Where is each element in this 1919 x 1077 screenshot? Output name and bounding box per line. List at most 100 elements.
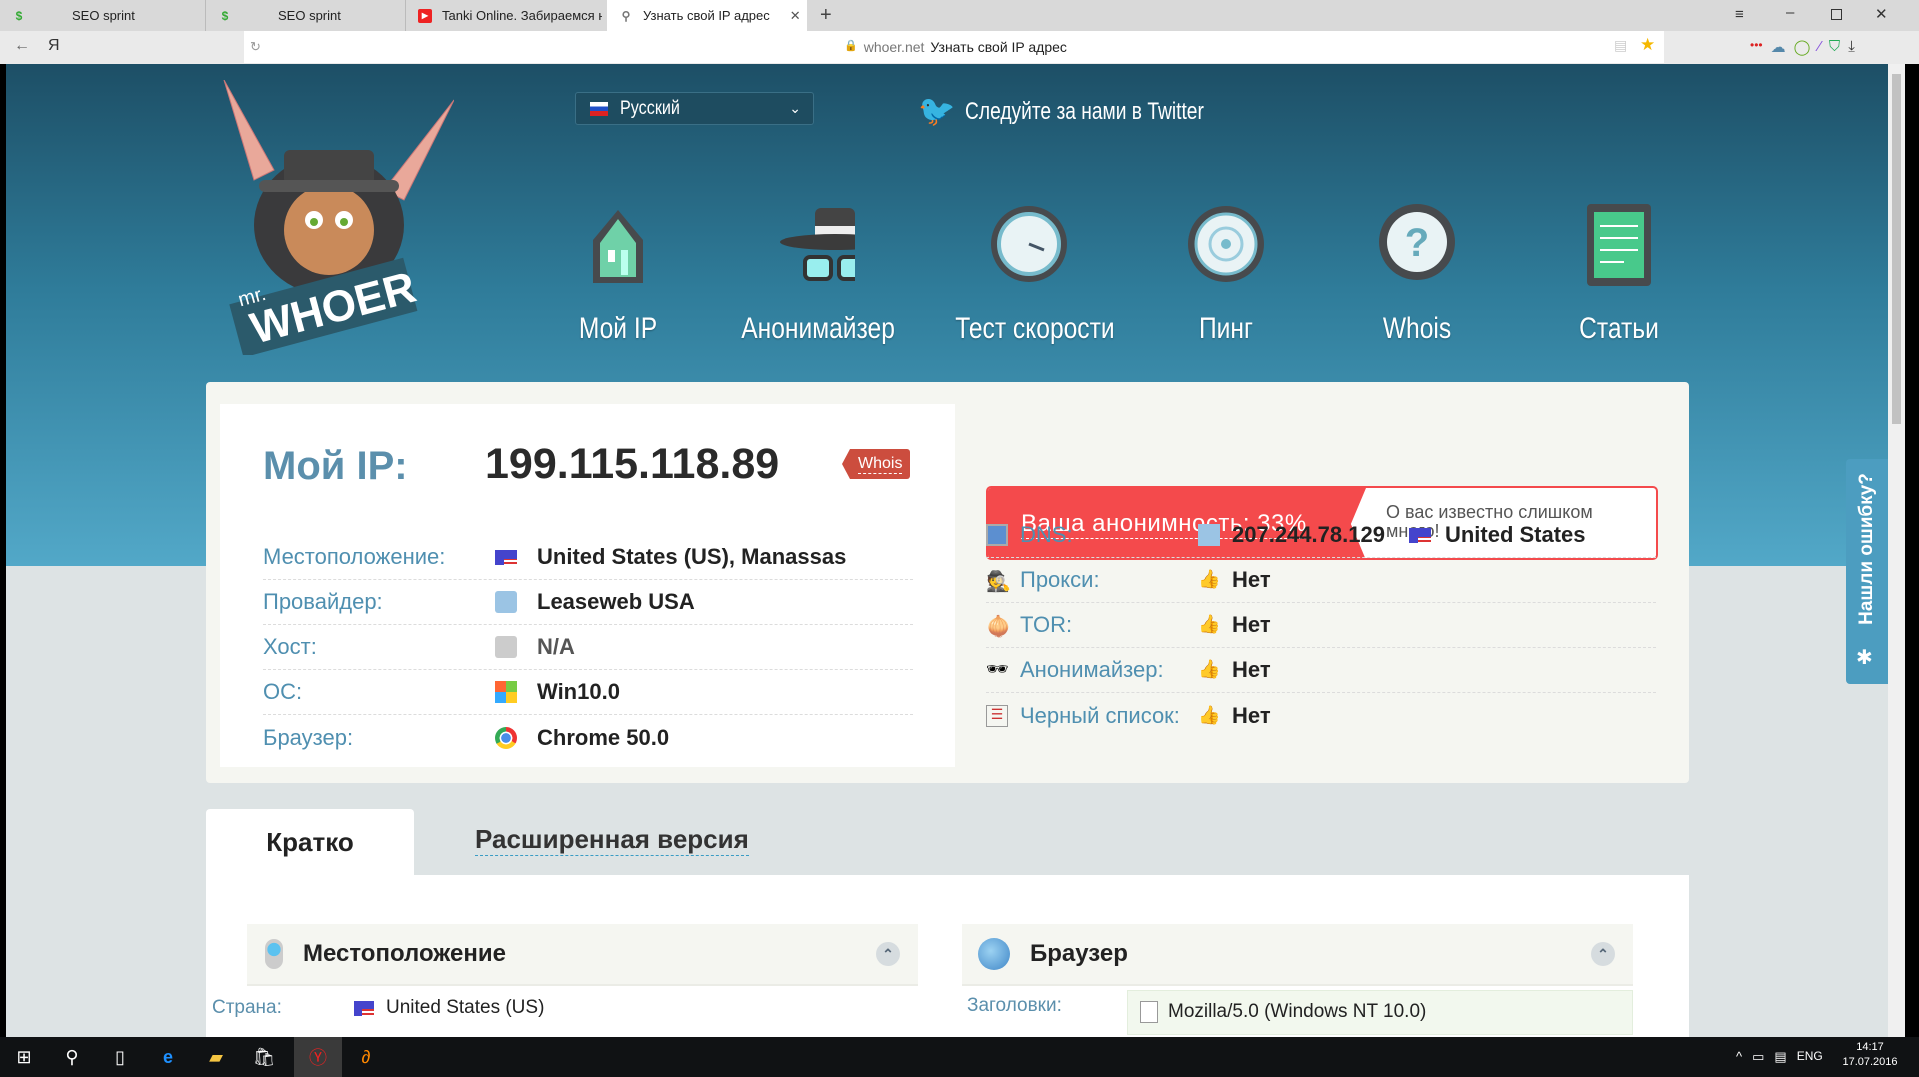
nav-speed-test[interactable]: Тест скорости [939,202,1119,346]
nav-whois[interactable]: ? Whois [1327,202,1507,346]
blacklist-row: ☰ Черный список: 👍 Нет [986,693,1656,738]
provider-row: Провайдер: Leaseweb USA [263,580,913,625]
os-row: ОС: Win10.0 [263,670,913,715]
browser-tab[interactable]: $ SEO sprint [205,0,405,31]
browser-tab-bar: $ SEO sprint $ SEO sprint ▶ Tanki Online. З… [0,0,1919,31]
lock-icon: 🔒 [844,40,858,52]
reader-icon[interactable]: ▤ [1614,37,1627,54]
proxy-row: 🕵 Прокси: 👍 Нет [986,558,1656,603]
twitter-bird-icon: 🐦 [918,95,956,128]
task-view-icon[interactable]: ▯ [96,1037,144,1077]
document-icon [1579,202,1659,288]
feather-extension-icon[interactable]: ⁄ [1818,38,1821,56]
extension-dots-icon[interactable]: ••• [1750,38,1763,56]
cloud-extension-icon[interactable]: ☁ [1771,38,1786,56]
maximize-button[interactable] [1831,9,1842,20]
network-icon[interactable]: ▭ [1752,1049,1764,1065]
thumbs-up-icon: 👍 [1198,659,1221,679]
back-button[interactable]: ← [14,37,30,55]
app-icon[interactable]: ∂ [342,1037,390,1077]
seo-sprint-icon: $ [221,8,229,23]
language-select[interactable]: Русский ⌄ [575,92,814,125]
tab-extended[interactable]: Расширенная версия [475,824,749,856]
url-field[interactable]: ↻ 🔒 whoer.net Узнать свой IP адрес ▤ ★ [244,31,1664,63]
collapse-chevron-icon[interactable]: ⌃ [876,942,900,966]
monitor-icon [986,524,1008,546]
browser-row: Браузер: Chrome 50.0 [263,724,670,750]
store-icon[interactable]: 🛍 [240,1037,288,1077]
shield-extension-icon[interactable]: ⛉ [1829,38,1840,56]
browser-section-header[interactable]: Браузер ⌃ [962,924,1633,986]
nav-articles[interactable]: Статьи [1529,202,1709,346]
nav-anonymizer[interactable]: Анонимайзер [725,202,905,346]
notifications-icon[interactable]: ▤ [1774,1049,1786,1065]
anonymizer-row: 🕶 Анонимайзер: 👍 Нет [986,648,1656,693]
page-scrollbar[interactable] [1888,64,1905,1037]
language-indicator[interactable]: ENG [1797,1049,1823,1065]
whois-button[interactable]: Whois [842,449,911,479]
chrome-icon [495,726,517,749]
tor-row: 🧅 TOR: 👍 Нет [986,603,1656,648]
spy-hat-glasses-icon [775,202,855,288]
windows-icon [495,681,517,703]
host-row: Хост: N/A [263,625,913,670]
speedometer-icon [989,202,1069,288]
location-row: Местоположение: United States (US), Manas… [263,535,913,580]
close-window-button[interactable]: ✕ [1875,5,1888,23]
twitter-link[interactable]: 🐦 Следуйте за нами в Twitter [918,94,1264,129]
yandex-browser-icon[interactable]: Ⓨ [294,1037,342,1077]
feedback-tab[interactable]: Нашли ошибку? ✱ [1846,459,1888,684]
map-pin-icon [265,939,283,969]
reload-icon[interactable]: ↻ [250,39,261,55]
collapse-chevron-icon[interactable]: ⌃ [1591,942,1615,966]
browser-tab-active[interactable]: ⚲ Узнать свой IP адрес ✕ [607,0,807,31]
mr-whoer-logo[interactable]: WHOER mr. [214,79,455,358]
tray-chevron-icon[interactable]: ^ [1736,1049,1742,1065]
close-tab-icon[interactable]: ✕ [790,8,801,24]
nav-my-ip[interactable]: Мой IP [528,202,708,346]
tab-short[interactable]: Кратко [206,809,414,876]
country-label: Страна: [212,997,282,1018]
extensions-bar: ••• ☁ ◯ ⁄ ⛉ ⤓ [1750,38,1855,56]
ip-info-panel: Мой IP: 199.115.118.89 Whois Местоположе… [206,382,1689,783]
clock[interactable]: 14:17 17.07.2016 [1840,1041,1900,1068]
country-value: United States (US) [354,997,544,1019]
minimize-button[interactable]: – [1786,4,1794,21]
us-flag-icon [354,1000,374,1016]
dns-row: DNS: 207.244.78.129 United States [986,513,1656,558]
my-ip-card: Мой IP: 199.115.118.89 Whois Местоположе… [220,404,955,767]
page: WHOER mr. Русский ⌄ 🐦 Следуйте за нами в… [6,64,1888,1037]
svg-text:?: ? [1405,221,1429,265]
nav-ping[interactable]: Пинг [1136,202,1316,346]
headers-label: Заголовки: [967,995,1062,1016]
server-icon [495,636,517,658]
radar-icon [1186,202,1266,288]
new-tab-button[interactable]: + [808,0,832,31]
file-explorer-icon[interactable]: ▰ [192,1037,240,1077]
browser-tab[interactable]: $ SEO sprint [0,0,205,31]
search-icon[interactable]: ⚲ [48,1037,96,1077]
yandex-button[interactable]: Я [48,37,60,55]
thumbs-up-icon: 👍 [1198,614,1221,634]
provider-icon [495,591,517,613]
youtube-icon: ▶ [418,8,432,23]
seo-sprint-icon: $ [15,8,23,23]
scrollbar-thumb[interactable] [1892,74,1901,424]
search-icon: ⚲ [621,8,631,23]
download-icon[interactable]: ⤓ [1848,38,1855,56]
house-icon [578,202,658,288]
ip-address: 199.115.118.89 [485,440,780,488]
headers-value: Mozilla/5.0 (Windows NT 10.0) [1127,990,1633,1035]
chevron-down-icon: ⌄ [789,100,801,116]
windows-start-icon[interactable]: ⊞ [0,1037,48,1077]
glasses-icon: 🕶 [986,659,1009,679]
tor-onion-icon: 🧅 [986,616,1011,638]
green-ring-extension-icon[interactable]: ◯ [1794,38,1811,56]
browser-tab[interactable]: ▶ Tanki Online. Забираемся н [405,0,605,31]
location-section-header[interactable]: Местоположение ⌃ [247,924,918,986]
bookmark-star-icon[interactable]: ★ [1640,35,1655,55]
menu-icon[interactable]: ≡ [1735,6,1744,23]
screen-edge [1905,64,1919,1037]
thumbs-up-icon: 👍 [1198,569,1221,589]
edge-icon[interactable]: e [144,1037,192,1077]
